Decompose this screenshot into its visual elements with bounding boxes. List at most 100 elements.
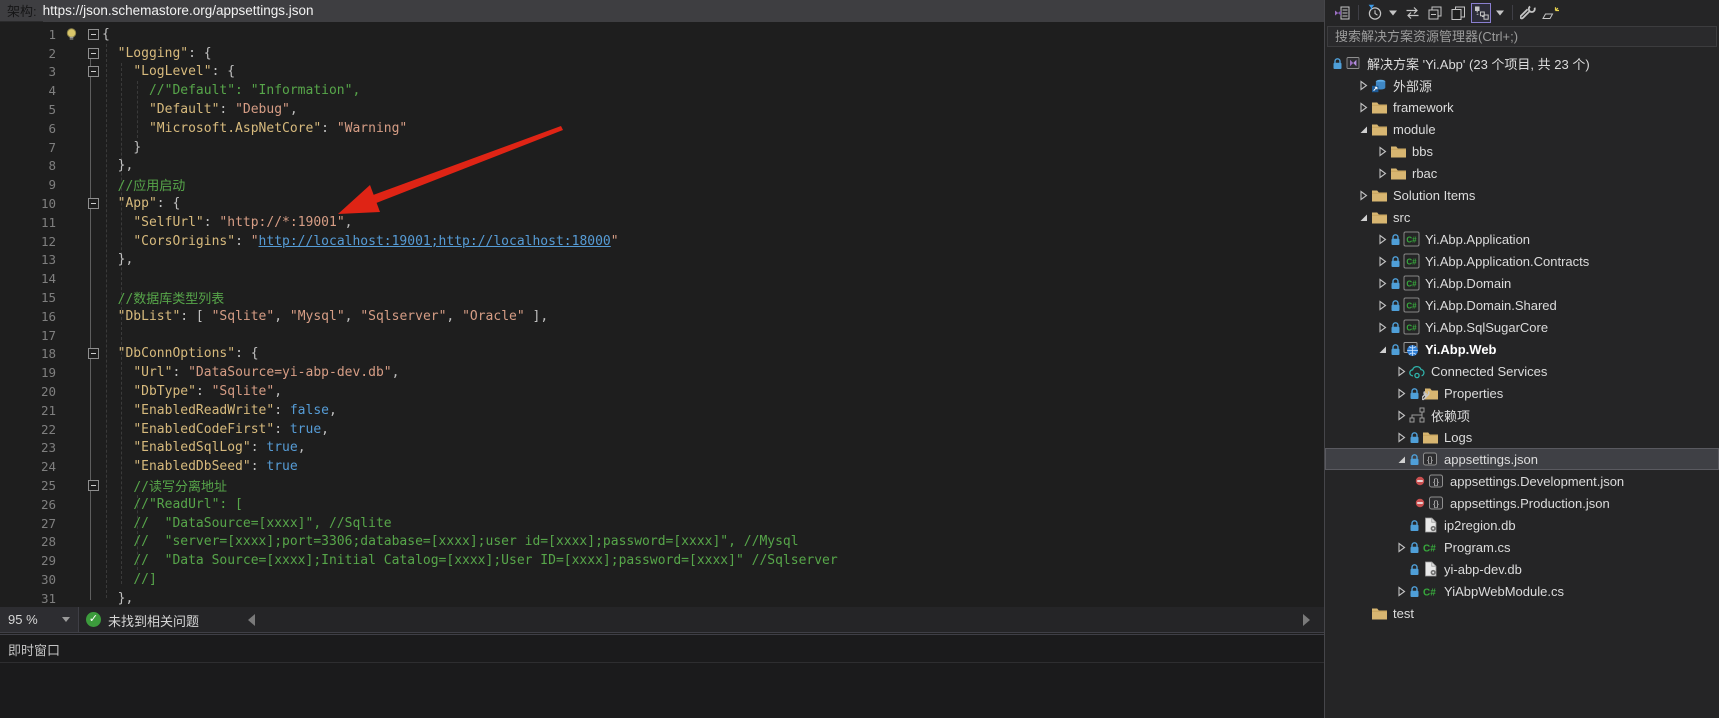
hyperlink[interactable]: http://localhost:19001;http://localhost:… (259, 234, 611, 249)
fold-collapse-icon[interactable] (84, 66, 102, 77)
expander-icon[interactable] (1356, 102, 1370, 113)
tree-item[interactable]: C#Yi.Abp.Domain.Shared (1325, 294, 1719, 316)
code-editor[interactable]: 1{2 "Logging": {3 "LogLevel": {4 //"Defa… (0, 22, 1324, 607)
tree-item[interactable]: C#Program.cs (1325, 536, 1719, 558)
expander-icon[interactable] (1356, 212, 1370, 223)
expander-icon[interactable] (1394, 388, 1408, 399)
tree-item[interactable]: 解决方案 'Yi.Abp' (23 个项目, 共 23 个) (1325, 52, 1719, 74)
tree-item[interactable]: bbs (1325, 140, 1719, 162)
expander-icon[interactable] (1375, 146, 1389, 157)
code-line[interactable]: 22 "EnabledCodeFirst": true, (0, 420, 1324, 439)
code-line[interactable]: 3 "LogLevel": { (0, 63, 1324, 82)
expander-icon[interactable] (1356, 124, 1370, 135)
code-line[interactable]: 13 }, (0, 251, 1324, 270)
code-line[interactable]: 28 // "server=[xxxx];port=3306;database=… (0, 533, 1324, 552)
tree-item[interactable]: Solution Items (1325, 184, 1719, 206)
expander-icon[interactable] (1394, 410, 1408, 421)
code-line[interactable]: 30 //] (0, 570, 1324, 589)
tree-item[interactable]: rbac (1325, 162, 1719, 184)
tree-item[interactable]: Yi.Abp.Web (1325, 338, 1719, 360)
code-line[interactable]: 2 "Logging": { (0, 44, 1324, 63)
code-line[interactable]: 21 "EnabledReadWrite": false, (0, 401, 1324, 420)
switch-views-icon[interactable] (1333, 4, 1351, 22)
fold-collapse-icon[interactable] (84, 48, 102, 59)
tree-item[interactable]: Connected Services (1325, 360, 1719, 382)
tree-item[interactable]: C#Yi.Abp.Domain (1325, 272, 1719, 294)
code-line[interactable]: 27 // "DataSource=[xxxx]", //Sqlite (0, 514, 1324, 533)
code-line[interactable]: 19 "Url": "DataSource=yi-abp-dev.db", (0, 363, 1324, 382)
code-line[interactable]: 10 "App": { (0, 194, 1324, 213)
code-line[interactable]: 7 } (0, 138, 1324, 157)
fold-collapse-icon[interactable] (84, 480, 102, 491)
show-all-files-icon[interactable] (1472, 4, 1490, 22)
schema-url-field[interactable]: https://json.schemastore.org/appsettings… (43, 0, 1324, 22)
code-line[interactable]: 18 "DbConnOptions": { (0, 345, 1324, 364)
immediate-window[interactable]: 即时窗口 (0, 634, 1324, 718)
code-line[interactable]: 17 (0, 326, 1324, 345)
preview-window-icon[interactable] (1449, 4, 1467, 22)
tree-item[interactable]: {}appsettings.Development.json (1325, 470, 1719, 492)
code-line[interactable]: 6 "Microsoft.AspNetCore": "Warning" (0, 119, 1324, 138)
expander-icon[interactable] (1375, 256, 1389, 267)
expander-icon[interactable] (1356, 190, 1370, 201)
fold-collapse-icon[interactable] (84, 198, 102, 209)
code-line[interactable]: 31 }, (0, 589, 1324, 607)
tree-item[interactable]: C#Yi.Abp.Application.Contracts (1325, 250, 1719, 272)
fold-collapse-icon[interactable] (84, 29, 102, 40)
code-line[interactable]: 11 "SelfUrl": "http://*:19001", (0, 213, 1324, 232)
code-line[interactable]: 29 // "Data Source=[xxxx];Initial Catalo… (0, 551, 1324, 570)
code-line[interactable]: 5 "Default": "Debug", (0, 100, 1324, 119)
tree-item[interactable]: {}appsettings.Production.json (1325, 492, 1719, 514)
code-line[interactable]: 20 "DbType": "Sqlite", (0, 382, 1324, 401)
code-line[interactable]: 1{ (0, 25, 1324, 44)
tree-item[interactable]: 依赖项 (1325, 404, 1719, 426)
code-line[interactable]: 26 //"ReadUrl": [ (0, 495, 1324, 514)
tree-item[interactable]: Properties (1325, 382, 1719, 404)
expander-icon[interactable] (1375, 168, 1389, 179)
expander-icon[interactable] (1394, 432, 1408, 443)
expander-icon[interactable] (1375, 322, 1389, 333)
collapse-all-icon[interactable] (1426, 4, 1444, 22)
code-line[interactable]: 15 //数据库类型列表 (0, 288, 1324, 307)
preview-selected-items-icon[interactable] (1542, 4, 1560, 22)
fold-collapse-icon[interactable] (84, 348, 102, 359)
tree-item[interactable]: Logs (1325, 426, 1719, 448)
code-line[interactable]: 9 //应用启动 (0, 175, 1324, 194)
expander-icon[interactable] (1394, 542, 1408, 553)
tree-item[interactable]: yi-abp-dev.db (1325, 558, 1719, 580)
hscroll-right-icon[interactable] (1303, 614, 1310, 626)
expander-icon[interactable] (1375, 300, 1389, 311)
expander-icon[interactable] (1375, 234, 1389, 245)
properties-icon[interactable] (1519, 4, 1537, 22)
code-line[interactable]: 12 "CorsOrigins": "http://localhost:1900… (0, 232, 1324, 251)
sync-active-document-icon[interactable] (1403, 4, 1421, 22)
tree-item[interactable]: src (1325, 206, 1719, 228)
open-files-filter-icon[interactable] (1365, 4, 1383, 22)
expander-icon[interactable] (1375, 344, 1389, 355)
tree-item[interactable]: 外部源 (1325, 74, 1719, 96)
tree-item[interactable]: C#YiAbpWebModule.cs (1325, 580, 1719, 602)
zoom-level-select[interactable]: 95 % (0, 607, 79, 632)
expander-icon[interactable] (1394, 366, 1408, 377)
code-line[interactable]: 8 }, (0, 157, 1324, 176)
tree-item[interactable]: module (1325, 118, 1719, 140)
code-line[interactable]: 23 "EnabledSqlLog": true, (0, 439, 1324, 458)
code-line[interactable]: 16 "DbList": [ "Sqlite", "Mysql", "Sqlse… (0, 307, 1324, 326)
tree-item[interactable]: test (1325, 602, 1719, 624)
tree-item[interactable]: framework (1325, 96, 1719, 118)
filter-dropdown-icon[interactable] (1388, 4, 1398, 22)
code-line[interactable]: 24 "EnabledDbSeed": true (0, 457, 1324, 476)
tree-item[interactable]: C#Yi.Abp.SqlSugarCore (1325, 316, 1719, 338)
expander-icon[interactable] (1394, 454, 1408, 465)
show-all-files-dropdown-icon[interactable] (1495, 4, 1505, 22)
code-line[interactable]: 14 (0, 269, 1324, 288)
hscroll-left-icon[interactable] (248, 614, 255, 626)
tree-item[interactable]: {}appsettings.json (1325, 448, 1719, 470)
expander-icon[interactable] (1375, 278, 1389, 289)
code-line[interactable]: 4 //"Default": "Information", (0, 81, 1324, 100)
expander-icon[interactable] (1394, 586, 1408, 597)
expander-icon[interactable] (1356, 80, 1370, 91)
tree-item[interactable]: C#Yi.Abp.Application (1325, 228, 1719, 250)
search-input[interactable] (1327, 26, 1717, 47)
tree-item[interactable]: ip2region.db (1325, 514, 1719, 536)
